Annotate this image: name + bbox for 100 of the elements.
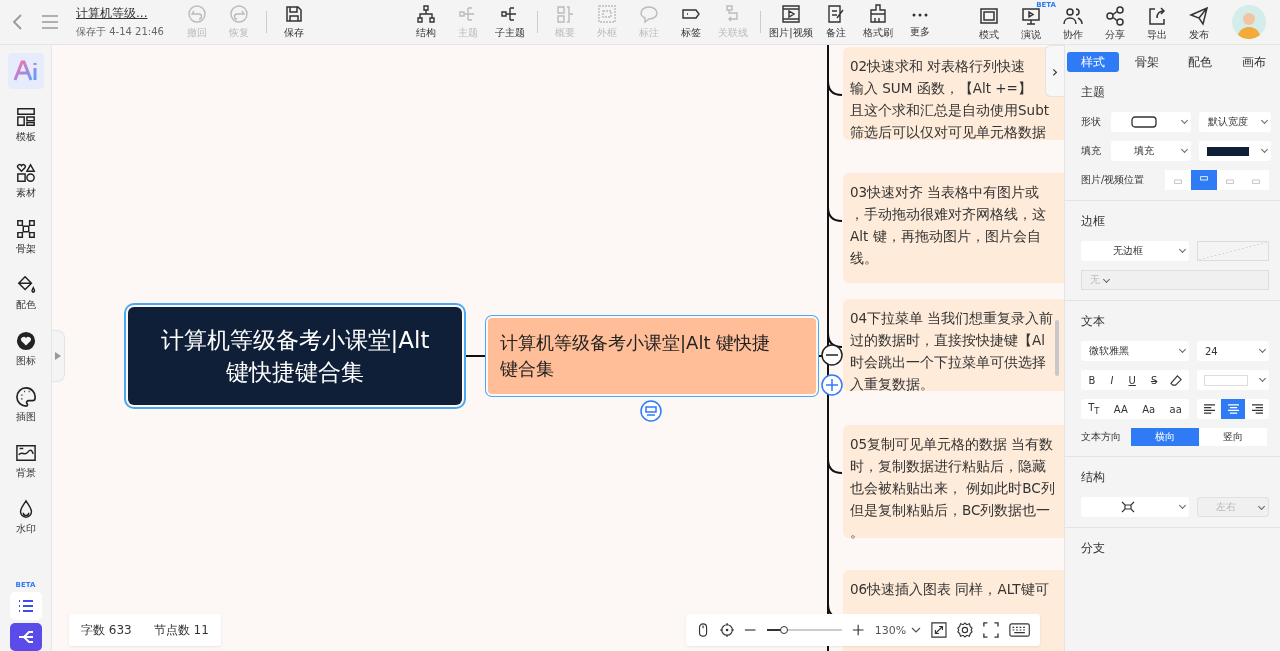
case-button[interactable]: T$_{T}$ (1086, 402, 1102, 416)
format-button[interactable]: S (1149, 374, 1160, 386)
sidebar-item[interactable]: 图标 (15, 325, 36, 381)
subtopic-text: 02快速求和 对表格行列快速 (850, 57, 1026, 76)
sidebar-icon (15, 387, 36, 407)
toolbar-button[interactable]: 发布 (1178, 3, 1220, 44)
toolbar-icon (979, 5, 999, 26)
stat-text: 节点数 11 (153, 621, 209, 639)
sidebar-item[interactable]: 水印 (15, 493, 36, 549)
border-style-dropdown[interactable]: 无边框 (1081, 241, 1189, 261)
panel-tab[interactable]: 样式 (1067, 52, 1119, 72)
sidebar-item[interactable]: 配色 (15, 269, 36, 325)
zoom-dropdown[interactable]: 130% (874, 623, 922, 637)
toolbar-icon (555, 4, 575, 24)
structure-dropdown[interactable] (1081, 497, 1189, 517)
subtopic-text: 04下拉菜单 当我们想重复录入前 (850, 309, 1054, 328)
subtopic-node[interactable]: 05复制可见单元格的数据 当有数 时，复制数据进行粘贴后，隐藏 也会被粘贴出来， 例如此时BC列 但是复制粘贴后，BC列数据也一 。 (843, 425, 1064, 538)
toolbar-button[interactable]: 更多 (899, 3, 941, 41)
scrollbar[interactable] (1055, 320, 1059, 376)
fill-color-dropdown[interactable] (1199, 141, 1271, 161)
sidebar-icon (15, 443, 36, 463)
subtopic-text: 但是复制粘贴后，BC列数据也一 (850, 501, 1051, 520)
width-dropdown[interactable]: 默认宽度 (1199, 112, 1271, 132)
subtopic-text: 06快速插入图表 同样，ALT键可 (850, 580, 1049, 599)
toolbar-button[interactable]: 备注 (815, 2, 857, 42)
collapse-icon[interactable] (821, 344, 843, 366)
section-heading: 分支 (1081, 540, 1106, 557)
sidebar-item[interactable]: 骨架 (15, 213, 36, 269)
toolbar-button[interactable]: 子主题 (489, 2, 531, 42)
text-color-dropdown[interactable] (1197, 370, 1269, 390)
format-button[interactable]: B (1086, 374, 1098, 386)
subtopic-text: 过的数据时，直接按快捷键【Al (850, 331, 1045, 350)
fullscreen-icon[interactable] (982, 621, 999, 639)
panel-tab[interactable]: 骨架 (1120, 52, 1173, 72)
topic-text: 键快捷键合集 (226, 358, 364, 387)
sidebar-icon (15, 163, 36, 183)
format-button[interactable]: I (1108, 374, 1116, 386)
subtopic-text: 入重复数据。 (850, 375, 934, 394)
sidebar-item[interactable]: 背景 (15, 437, 36, 493)
settings-icon[interactable] (957, 621, 973, 639)
toolbar-button[interactable]: 图片|视频 (767, 2, 815, 42)
align-left-icon (1202, 403, 1216, 415)
case-button[interactable]: AA (1111, 403, 1130, 415)
toolbar-button[interactable]: 导出 (1136, 3, 1178, 44)
toolbar-button[interactable]: 保存 (273, 2, 315, 42)
fill-dropdown[interactable]: 填充 (1111, 141, 1191, 161)
align-center-icon (1226, 403, 1240, 415)
shape-dropdown[interactable] (1111, 112, 1191, 132)
view-toggle-button[interactable] (9, 623, 42, 651)
keyboard-icon[interactable] (1008, 622, 1030, 638)
case-button[interactable]: Aa (1140, 403, 1158, 415)
topic-node[interactable]: 计算机等级备考小课堂|Alt 键快捷 键合集 (488, 318, 816, 394)
panel-tab[interactable]: 画布 (1228, 52, 1280, 72)
subtopic-text: 时会跳出一个下拉菜单可供选择 (850, 353, 1046, 372)
view-toggle-button[interactable] (9, 592, 42, 620)
topic-text: 计算机等级备考小课堂|Alt (160, 326, 430, 355)
document-title[interactable]: 计算机等级... (76, 5, 176, 22)
add-icon[interactable] (821, 374, 843, 396)
toolbar-icon (1147, 5, 1167, 26)
ai-logo[interactable] (7, 53, 44, 89)
case-button[interactable]: aa (1167, 403, 1184, 415)
toolbar-icon (1021, 5, 1041, 26)
font-size-dropdown[interactable]: 24 (1197, 341, 1269, 361)
toolbar-button[interactable]: 标签 (670, 2, 712, 42)
color-swatch (1204, 374, 1248, 386)
section-heading: 主题 (1081, 84, 1106, 101)
position-option[interactable] (1191, 170, 1217, 190)
direction-option[interactable]: 横向 (1131, 428, 1199, 446)
toolbar-button[interactable]: 结构 (405, 2, 447, 42)
locate-icon[interactable] (720, 622, 735, 638)
eraser-icon[interactable] (1170, 373, 1184, 387)
sidebar-item[interactable]: 插图 (15, 381, 36, 437)
subtopic-text: 线。 (850, 249, 878, 268)
section-heading: 边框 (1081, 213, 1106, 230)
subtopic-text: 且这个求和汇总是自动使用Subt (850, 101, 1049, 120)
sidebar-expand-handle[interactable] (52, 330, 65, 382)
zoom-in-icon[interactable] (852, 623, 865, 637)
list-icon (16, 597, 35, 615)
toolbar-button[interactable]: 格式刷 (857, 2, 899, 42)
sidebar-item[interactable]: 模板 (15, 101, 36, 157)
align-right-icon (1250, 403, 1264, 415)
panel-tab[interactable]: 配色 (1174, 52, 1227, 72)
sidebar-item[interactable]: 素材 (15, 157, 36, 213)
toolbar-button[interactable]: 模式 (968, 3, 1010, 44)
format-button[interactable]: U (1126, 374, 1138, 386)
border-color-field[interactable] (1197, 241, 1269, 261)
sidebar-icon (15, 331, 36, 351)
toolbar-button[interactable]: 分享 (1094, 3, 1136, 44)
topic-text: 计算机等级备考小课堂|Alt 键快捷 (500, 331, 772, 355)
subtopic-node[interactable]: 04下拉菜单 当我们想重复录入前 过的数据时，直接按快捷键【Al 时会跳出一个下拉菜单可供选择 入重复数据。 (843, 299, 1064, 391)
summary-icon[interactable] (640, 400, 662, 422)
fit-icon[interactable] (931, 621, 948, 639)
field-label: 形状 (1081, 115, 1102, 129)
caret-icon (911, 627, 922, 633)
subtopic-node[interactable]: 03快速对齐 当表格中有图片或 ，手动拖动很难对齐网格线，这 Alt 键，再拖动图片，图片会自 线。 (843, 173, 1064, 283)
font-dropdown[interactable]: 微软雅黑 (1081, 341, 1189, 361)
panel-collapse-button[interactable]: › (1045, 45, 1064, 97)
toolbar-icon (826, 4, 846, 24)
section-heading: 结构 (1081, 469, 1106, 486)
subtopic-text: ，手动拖动很难对齐网格线，这 (850, 205, 1046, 224)
